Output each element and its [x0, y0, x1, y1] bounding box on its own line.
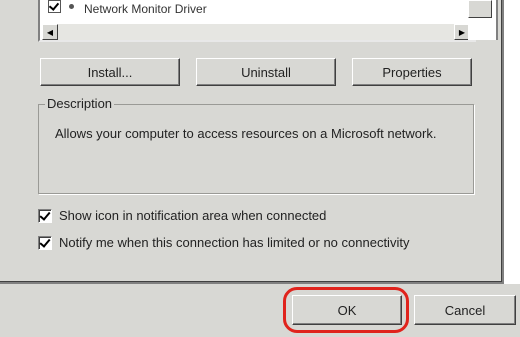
show-icon-checkbox[interactable]	[38, 208, 52, 223]
show-icon-option[interactable]: Show icon in notification area when conn…	[38, 208, 326, 223]
horizontal-scrollbar[interactable]: ◀ ▶	[42, 24, 472, 40]
vertical-scrollbar[interactable]	[468, 0, 498, 40]
properties-button[interactable]: Properties	[352, 58, 472, 86]
install-button-label: Install...	[87, 64, 133, 80]
description-group: Description Allows your computer to acce…	[38, 96, 474, 194]
cancel-button-label: Cancel	[444, 302, 486, 318]
scroll-left-icon[interactable]: ◀	[42, 24, 58, 40]
install-button[interactable]: Install...	[40, 58, 180, 86]
item-checkbox[interactable]	[48, 0, 61, 13]
notify-checkbox[interactable]	[38, 235, 52, 250]
cancel-button[interactable]: Cancel	[414, 295, 516, 325]
description-text: Allows your computer to access resources…	[55, 126, 437, 141]
show-icon-label: Show icon in notification area when conn…	[59, 208, 327, 223]
ok-highlight-circle	[283, 287, 409, 333]
properties-button-label: Properties	[382, 64, 442, 80]
uninstall-button[interactable]: Uninstall	[196, 58, 336, 86]
components-list[interactable]: Network Monitor Driver ◀ ▶	[38, 0, 476, 42]
list-item-label: Network Monitor Driver	[84, 2, 207, 16]
network-component-icon	[69, 3, 74, 9]
uninstall-button-label: Uninstall	[241, 64, 291, 80]
notify-label: Notify me when this connection has limit…	[59, 235, 410, 250]
scroll-thumb[interactable]	[468, 0, 492, 18]
list-item[interactable]: Network Monitor Driver	[48, 0, 207, 18]
description-legend: Description	[45, 96, 115, 111]
notify-option[interactable]: Notify me when this connection has limit…	[38, 235, 409, 250]
